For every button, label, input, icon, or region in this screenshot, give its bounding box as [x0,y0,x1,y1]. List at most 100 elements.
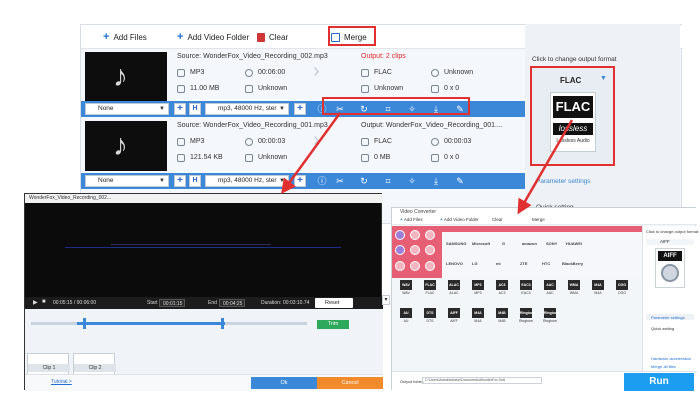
brand-sony[interactable]: SONY [546,241,557,246]
format-item[interactable]: AC3 AC3 [494,280,510,300]
category-icon[interactable] [425,261,435,271]
format-item[interactable]: M4A M4A [470,308,486,328]
category-icon[interactable] [395,245,405,255]
brand-huawei[interactable]: HUAWEI [566,241,582,246]
add-files-button[interactable]: + Add Files [400,217,423,222]
format-item[interactable]: DTS DTS [422,308,438,328]
output-folder-field[interactable]: C:\Users\Administrator\Documents\WonderF… [422,377,542,384]
stop-icon[interactable]: ■ [42,299,46,305]
watermark-icon[interactable]: ⤓ [431,176,441,186]
trim-end-handle[interactable] [221,318,224,329]
info-icon[interactable]: ⓘ [317,176,327,186]
brand-samsung[interactable]: SAMSUNG [446,241,466,246]
add-subtitle-button[interactable]: + [174,103,186,115]
ok-button[interactable]: Ok [251,377,317,389]
subtitle-tool-button[interactable]: H [189,175,201,187]
brand-amazon[interactable]: amazon [522,241,537,246]
selected-format[interactable]: AIFF [646,239,694,245]
output-format-title: Click to change output format: [646,229,700,234]
source-format: MP3 [190,138,205,145]
playback-time: 00:05:15 / 00:06:00 [53,300,97,306]
format-item[interactable]: WMA WMA [566,280,582,300]
chevron-down-icon: ▼ [279,178,285,184]
format-item[interactable]: ALAC ALAC [446,280,462,300]
rotate-icon[interactable]: ↻ [359,176,369,186]
end-time-field[interactable]: 00:04:25 [219,299,245,307]
run-button[interactable]: Run [624,373,694,391]
clear-button[interactable]: Clear [492,217,503,222]
format-item[interactable]: M4A M4A [590,280,606,300]
category-icon[interactable] [395,230,405,240]
format-item[interactable]: AAC AAC [542,280,558,300]
format-grid: WAV WAV FLAC FLAC ALAC ALAC MP3 MP3 AC3 AC3 E… [396,278,640,350]
clear-button[interactable]: Clear [257,30,288,44]
format-item[interactable]: M4B M4B [494,308,510,328]
format-item[interactable]: Ringtone Ringtone [542,308,559,328]
add-video-folder-button[interactable]: + Add Video Folder [440,217,479,222]
start-time-field[interactable]: 00:01:15 [159,299,185,307]
category-icon[interactable] [410,261,420,271]
merge-all-toggle[interactable]: Merge all files [651,364,676,369]
parameter-settings-link[interactable]: Parameter settings [536,178,591,185]
brand-mi[interactable]: mi [496,261,501,266]
file-item[interactable]: ♪ Source: WonderFox_Video_Recording_002.… [81,49,526,104]
parameter-settings-link[interactable]: Parameter settings [651,315,685,320]
output-format-selector[interactable]: FLAC ▼ FLAC lossless Lossless Audio [530,66,615,166]
disc-icon [661,264,679,282]
trim-button[interactable]: Trim [317,320,349,329]
format-item[interactable]: AIFF AIFF [446,308,462,328]
category-icon[interactable] [410,245,420,255]
output-format: FLAC [374,69,392,76]
reset-button[interactable]: Reset [315,298,353,308]
audio-track-select[interactable]: mp3, 48000 Hz, ster ▼ [205,175,289,187]
file-control-bar: None ▼ + H mp3, 48000 Hz, ster ▼ + ⓘ ✂ ↻ ⌗… [81,173,526,189]
brand-lenovo[interactable]: LENOVO [446,261,463,266]
brand-blackberry[interactable]: BlackBerry [562,261,583,266]
clip-item[interactable]: Clip 2 [73,353,116,376]
add-files-button[interactable]: + Add Files [103,30,147,44]
add-subtitle-button[interactable]: + [174,175,186,187]
add-audio-button[interactable]: + [294,103,306,115]
source-resolution: Unknown [258,85,288,92]
brand-lg[interactable]: LG [472,261,478,266]
edit-icon[interactable]: ✎ [455,176,465,186]
play-icon[interactable]: ▶ [33,299,38,306]
duration-label: Duration: [261,300,282,306]
scissors-icon[interactable]: ✂ [335,176,345,186]
subtitle-select[interactable]: None ▼ [85,103,169,115]
crop-icon[interactable]: ⌗ [383,176,393,186]
clip-item[interactable]: Clip 1 [27,353,70,376]
add-audio-button[interactable]: + [294,175,306,187]
brand-zte[interactable]: ZTE [520,261,528,266]
effects-icon[interactable]: ✧ [407,176,417,186]
quick-setting-label: Quick setting [651,326,675,331]
format-item[interactable]: MP3 MP3 [470,280,486,300]
format-item[interactable]: OGG OGG [614,280,630,300]
brand-google[interactable]: G [502,241,505,246]
category-icon[interactable] [425,245,435,255]
file-item[interactable]: ♪ Source: WonderFox_Video_Recording_001.… [81,118,526,173]
format-item[interactable]: EAC3 EAC3 [518,280,534,300]
trim-start-handle[interactable] [83,318,86,329]
format-item[interactable]: FLAC FLAC [422,280,438,300]
add-video-folder-button[interactable]: + Add Video Folder [177,30,249,44]
tutorial-link[interactable]: Tutorial > [51,379,72,385]
audio-track-select[interactable]: mp3, 48000 Hz, ster ▼ [205,103,289,115]
category-icon[interactable] [410,230,420,240]
category-icon[interactable] [395,261,405,271]
brand-htc[interactable]: HTC [542,261,550,266]
category-icon[interactable] [425,230,435,240]
brand-microsoft[interactable]: Microsoft [472,241,490,246]
subtitle-tool-button[interactable]: H [189,103,201,115]
output-name: Output: WonderFox_Video_Recording_001...… [361,122,503,129]
format-item[interactable]: Ringtone Ringtone [518,308,535,328]
hardware-acceleration-toggle[interactable]: Hardware acceleration [651,356,691,361]
trim-window-title: WonderFox_Video_Recording_002... [25,194,383,203]
format-item[interactable]: WAV WAV [398,280,414,300]
converter-title: Video Converter [392,208,697,216]
brand-row: LENOVO LG mi ZTE HTC BlackBerry [442,258,642,272]
merge-button[interactable]: Merge [532,217,545,222]
subtitle-select[interactable]: None ▼ [85,175,169,187]
format-item[interactable]: AU AU [398,308,414,328]
cancel-button[interactable]: Cancel [317,377,383,389]
